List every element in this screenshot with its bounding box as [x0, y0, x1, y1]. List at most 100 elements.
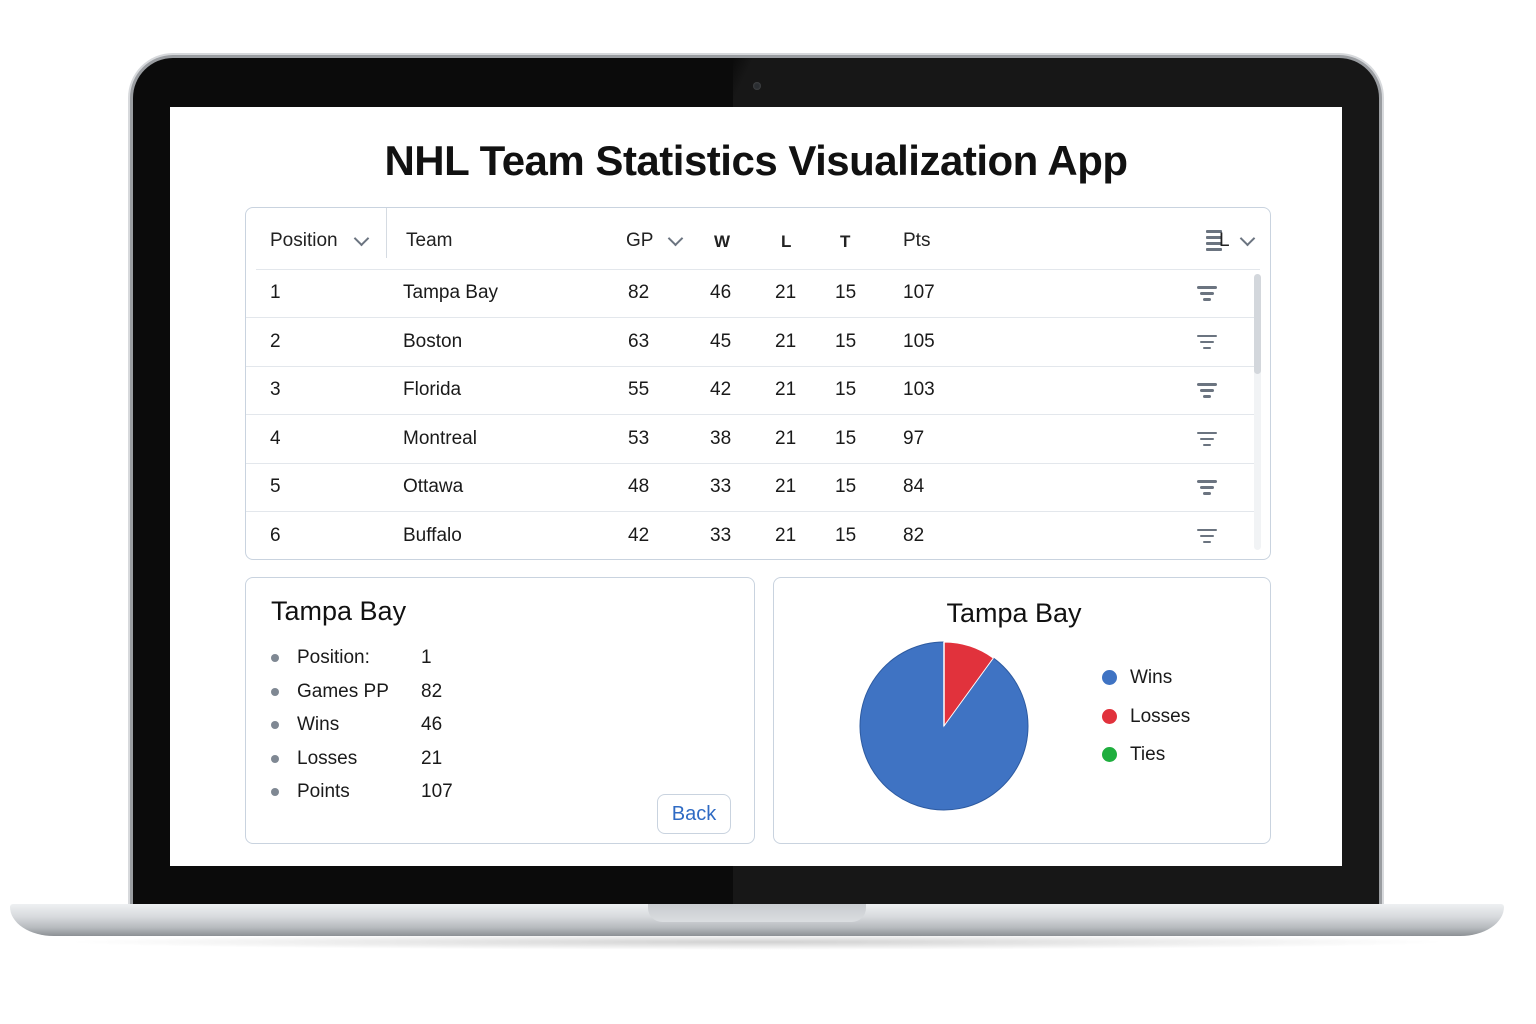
chevron-down-icon[interactable] [667, 230, 684, 247]
cell-gp: 63 [628, 330, 650, 352]
filter-icon[interactable] [1197, 528, 1217, 545]
cell-w: 45 [710, 330, 732, 352]
column-header-t[interactable]: T [840, 232, 850, 252]
cell-gp: 55 [628, 379, 650, 400]
legend-swatch [1102, 670, 1117, 685]
cell-position: 3 [270, 379, 281, 400]
cell-t: 15 [835, 476, 857, 497]
column-divider[interactable] [386, 208, 387, 258]
table-row[interactable]: 5 Ottawa 48 33 21 15 84 [246, 463, 1256, 512]
bullet-icon [271, 721, 279, 729]
cell-gp: 42 [628, 524, 650, 546]
cell-position: 2 [270, 330, 281, 352]
team-detail-card: Tampa Bay Position: 1 Games PP 82 Wins 46 Loss… [245, 577, 755, 844]
cell-pts: 103 [903, 379, 935, 400]
column-header-pts[interactable]: Pts [903, 230, 930, 252]
cell-pts: 84 [903, 476, 925, 497]
cell-l: 21 [775, 330, 797, 352]
cell-l: 21 [775, 379, 797, 400]
cell-w: 38 [710, 427, 732, 449]
detail-value: 82 [421, 680, 443, 702]
detail-title: Tampa Bay [271, 596, 407, 626]
filter-icon[interactable] [1197, 286, 1217, 302]
detail-label: Games PP [297, 680, 389, 702]
detail-label: Wins [297, 714, 340, 735]
table-header: Position Team GP W L T Pts L [256, 208, 1260, 270]
filter-icon[interactable] [1197, 480, 1217, 496]
bullet-icon [271, 754, 279, 763]
filter-icon[interactable] [1197, 334, 1217, 351]
legend-swatch [1102, 747, 1117, 762]
filter-icon[interactable] [1197, 383, 1217, 399]
column-header-position[interactable]: Position [270, 230, 338, 252]
detail-label: Position: [297, 647, 370, 668]
cell-t: 15 [835, 330, 857, 352]
table-body: 1 Tampa Bay 82 46 21 15 107 2 Boston 63 45 21 15 105 3… [246, 269, 1256, 559]
table-row[interactable]: 6 Buffalo 42 33 21 15 82 [246, 512, 1256, 560]
cell-t: 15 [835, 427, 857, 449]
cell-gp: 53 [628, 427, 650, 449]
column-header-w[interactable]: W [714, 232, 730, 252]
cell-l: 21 [775, 476, 797, 497]
cell-pts: 107 [903, 282, 935, 303]
cell-t: 15 [835, 379, 857, 400]
bullet-icon [271, 788, 279, 796]
cell-l: 21 [775, 282, 797, 303]
cell-t: 15 [835, 282, 857, 303]
table-row[interactable]: 3 Florida 55 42 21 15 103 [246, 366, 1256, 415]
column-menu-label[interactable]: L [1219, 230, 1230, 252]
cell-w: 33 [710, 476, 732, 497]
cell-gp: 48 [628, 476, 650, 497]
detail-value: 107 [421, 781, 453, 802]
cell-l: 21 [775, 427, 797, 449]
scrollbar-thumb[interactable] [1254, 274, 1261, 374]
table-row[interactable]: 2 Boston 63 45 21 15 105 [246, 318, 1256, 367]
column-header-team[interactable]: Team [406, 230, 452, 252]
table-scrollbar[interactable] [1254, 274, 1261, 550]
cell-pts: 97 [903, 427, 925, 449]
detail-label: Losses [297, 747, 358, 769]
detail-value: 1 [421, 647, 432, 668]
cell-position: 5 [270, 476, 281, 497]
cell-position: 1 [270, 282, 281, 303]
table-row[interactable]: 1 Tampa Bay 82 46 21 15 107 [246, 269, 1256, 318]
legend-label: Ties [1130, 744, 1166, 765]
cell-gp: 82 [628, 282, 650, 303]
cell-position: 4 [270, 427, 281, 449]
cell-w: 42 [710, 379, 732, 400]
cell-w: 33 [710, 524, 732, 546]
cell-position: 6 [270, 524, 281, 546]
column-header-gp[interactable]: GP [626, 230, 653, 252]
standings-table: Position Team GP W L T Pts L 1 Tampa Bay 8… [245, 207, 1271, 560]
cell-team: Montreal [403, 427, 477, 449]
webcam [753, 82, 761, 90]
pie-chart-card: Tampa Bay Wins Losses Ties [773, 577, 1271, 844]
cell-w: 46 [710, 282, 732, 303]
cell-l: 21 [775, 524, 797, 546]
legend-label: Wins [1130, 667, 1173, 688]
chart-title: Tampa Bay [946, 598, 1082, 628]
table-row[interactable]: 4 Montreal 53 38 21 15 97 [246, 415, 1256, 464]
app-screen: NHL Team Statistics Visualization App Po… [170, 107, 1342, 866]
cell-team: Boston [403, 330, 463, 352]
cell-t: 15 [835, 524, 857, 546]
page-title: NHL Team Statistics Visualization App [384, 137, 1128, 184]
legend-label: Losses [1130, 705, 1191, 727]
cell-team: Tampa Bay [403, 282, 499, 303]
filter-icon[interactable] [1197, 431, 1217, 448]
cell-team: Ottawa [403, 476, 464, 497]
cell-team: Buffalo [403, 524, 462, 546]
pie-chart [859, 641, 1029, 811]
bullet-icon [271, 654, 279, 662]
bullet-icon [271, 687, 279, 696]
detail-label: Points [297, 781, 350, 802]
chevron-down-icon[interactable] [1239, 230, 1256, 247]
detail-value: 21 [421, 747, 443, 769]
cell-pts: 105 [903, 330, 935, 352]
column-header-l[interactable]: L [781, 232, 791, 252]
chevron-down-icon[interactable] [353, 230, 370, 247]
cell-pts: 82 [903, 524, 925, 546]
back-button[interactable]: Back [657, 794, 731, 834]
laptop-base-notch [648, 904, 866, 922]
detail-value: 46 [421, 714, 443, 735]
